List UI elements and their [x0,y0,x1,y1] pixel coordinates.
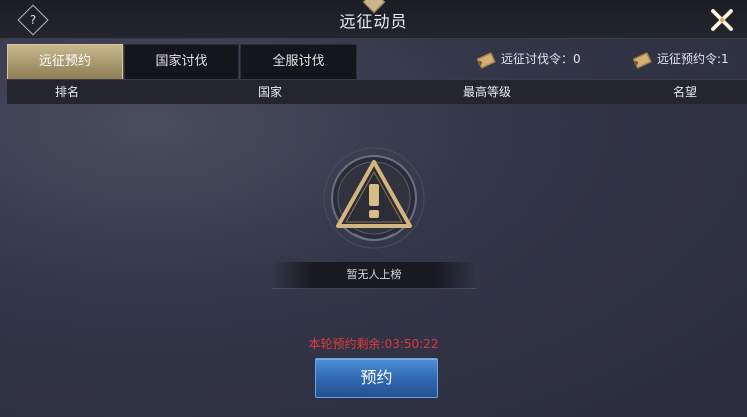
tab-server-crusade[interactable]: 全服讨伐 [240,44,357,80]
empty-state-label: 暂无人上榜 [272,262,476,289]
tab-nation-crusade[interactable]: 国家讨伐 [124,44,239,80]
tab-expedition-reservation[interactable]: 远征预约 [7,44,123,80]
warning-triangle-icon [323,147,425,249]
reservation-countdown: 本轮预约剩余:03:50:22 [308,337,439,351]
column-rank: 排名 [54,85,79,99]
reservation-token-label: 远征预约令:1 [657,52,729,66]
crusade-token-label: 远征讨伐令：0 [501,52,581,66]
close-button[interactable] [709,7,735,33]
ranking-table-header: 排名 国家 最高等级 名望 [7,79,747,104]
reserve-button[interactable]: 预约 [315,358,438,398]
close-x-icon [711,9,733,31]
top-bar: ? 远征动员 [0,0,747,39]
window-title: 远征动员 [339,12,408,31]
scroll-token-icon [632,51,652,68]
reservation-token-counter: 远征预约令:1 [632,44,729,74]
scroll-token-icon [476,51,496,68]
column-nation: 国家 [257,85,282,99]
column-max-level: 最高等级 [462,85,511,99]
crusade-token-counter: 远征讨伐令：0 [476,44,581,74]
column-prestige: 名望 [672,85,697,99]
